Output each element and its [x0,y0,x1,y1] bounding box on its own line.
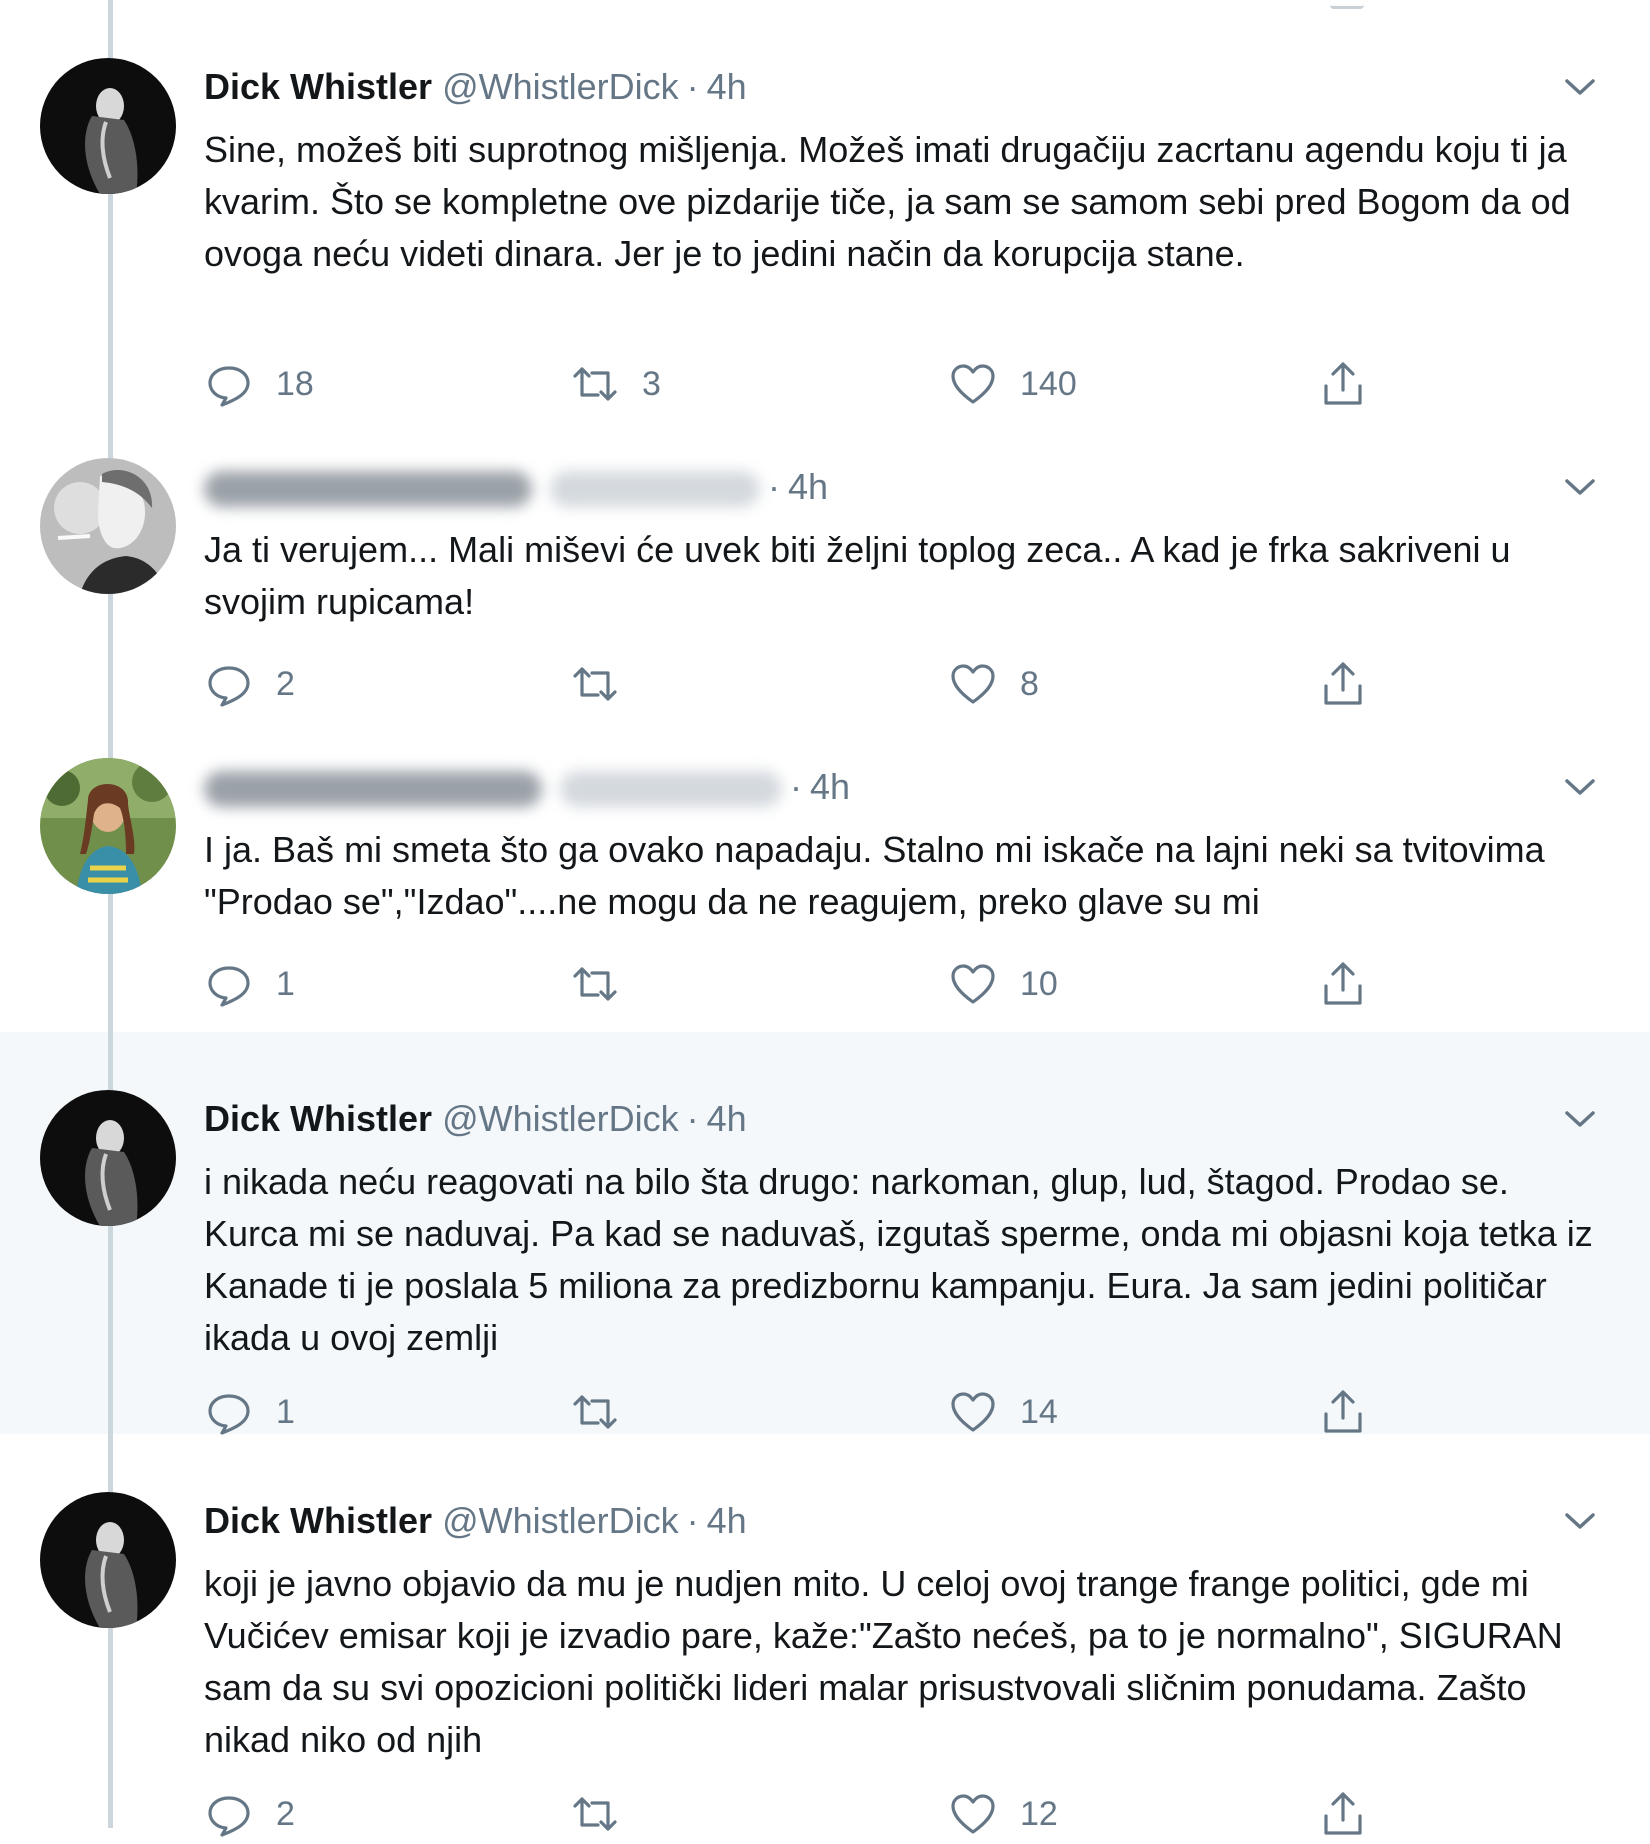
like-button[interactable]: 14 [948,1382,1058,1442]
blurred-author-handle [560,771,782,808]
avatar[interactable] [40,758,176,894]
tweet-text: I ja. Baš mi smeta što ga ovako napadaju… [204,829,1545,922]
reply-count: 1 [276,1392,295,1431]
share-icon [1324,1792,1362,1835]
reply-button[interactable]: 2 [204,1784,295,1844]
tweet-highlighted[interactable]: Dick Whistler @WhistlerDick · 4h i nikada n… [0,1032,1650,1435]
tweet-text: Ja ti verujem... Mali miševi će uvek bit… [204,529,1511,622]
tweet-text: i nikada neću reagovati na bilo šta drug… [204,1161,1593,1358]
share-button[interactable] [1318,954,1368,1014]
tweet-header: Dick Whistler @WhistlerDick · 4h [204,1096,747,1142]
tweet[interactable]: Dick Whistler @WhistlerDick · 4h Sine, može… [0,0,1650,407]
heart-icon [951,964,995,1004]
reply-button[interactable]: 1 [204,954,295,1014]
separator-dot: · [768,466,780,507]
tweet-text: koji je javno objavio da mu je nudjen mi… [204,1563,1563,1760]
tweet[interactable]: Dick Whistler @WhistlerDick · 4h koji je ja… [0,1434,1650,1837]
reply-button[interactable]: 1 [204,1382,295,1442]
chevron-down-icon[interactable] [1560,1506,1600,1536]
like-count: 10 [1020,964,1058,1003]
tweet-header: Dick Whistler @WhistlerDick · 4h [204,64,747,110]
tweet-header: · 4h [204,464,828,510]
blurred-author-name [204,771,542,808]
author-name[interactable]: Dick Whistler [204,1098,432,1139]
like-button[interactable]: 12 [948,1784,1058,1844]
like-count: 8 [1020,664,1039,703]
retweet-count: 3 [642,364,661,403]
action-bar: 1 10 [204,954,1404,1014]
timestamp[interactable]: 4h [707,1500,747,1541]
blurred-author-name [204,471,532,508]
tweet[interactable]: · 4h Ja ti verujem... Mali miševi će uvek… [0,400,1650,707]
like-button[interactable]: 10 [948,954,1058,1014]
tweet[interactable]: · 4h I ja. Baš mi smeta što ga ovako napa… [0,700,1650,1032]
retweet-button[interactable] [570,1784,642,1844]
heart-icon [951,1794,995,1834]
avatar[interactable] [40,458,176,594]
separator-dot: · [686,1500,699,1541]
reply-icon [208,966,250,1007]
reply-count: 1 [276,964,295,1003]
share-icon [1324,962,1362,1005]
chevron-down-icon[interactable] [1560,772,1600,802]
retweet-icon [573,967,617,1001]
retweet-icon [573,1797,617,1831]
reply-icon [208,1796,250,1837]
author-name[interactable]: Dick Whistler [204,1500,432,1541]
separator-dot: · [686,1098,699,1139]
avatar[interactable] [40,58,176,194]
separator-dot: · [686,66,699,107]
share-button[interactable] [1318,1382,1368,1442]
reply-count: 2 [276,664,295,703]
chevron-down-icon[interactable] [1560,472,1600,502]
avatar[interactable] [40,1090,176,1226]
like-count: 140 [1020,364,1077,403]
timestamp[interactable]: 4h [707,1098,747,1139]
tweet-header: Dick Whistler @WhistlerDick · 4h [204,1498,747,1544]
like-count: 14 [1020,1392,1058,1431]
share-icon [1324,1390,1362,1433]
reply-count: 18 [276,364,314,403]
retweet-icon [573,1395,617,1429]
author-name[interactable]: Dick Whistler [204,66,432,107]
author-handle[interactable]: @WhistlerDick [442,1500,679,1541]
timestamp[interactable]: 4h [788,466,828,507]
timestamp[interactable]: 4h [707,66,747,107]
tweet-text: Sine, možeš biti suprotnog mišljenja. Mo… [204,129,1571,274]
separator-dot: · [790,766,802,807]
heart-icon [951,1392,995,1432]
action-bar: 2 12 [204,1784,1404,1844]
action-bar: 1 14 [204,1382,1404,1442]
author-handle[interactable]: @WhistlerDick [442,1098,679,1139]
share-button[interactable] [1318,1784,1368,1844]
reply-icon [208,1394,250,1435]
chevron-down-icon[interactable] [1560,1104,1600,1134]
timestamp[interactable]: 4h [810,766,850,807]
retweet-button[interactable] [570,954,642,1014]
blurred-author-handle [550,471,760,508]
avatar[interactable] [40,1492,176,1628]
chevron-down-icon[interactable] [1560,72,1600,102]
author-handle[interactable]: @WhistlerDick [442,66,679,107]
retweet-button[interactable] [570,1382,642,1442]
tweet-header: · 4h [204,764,850,810]
